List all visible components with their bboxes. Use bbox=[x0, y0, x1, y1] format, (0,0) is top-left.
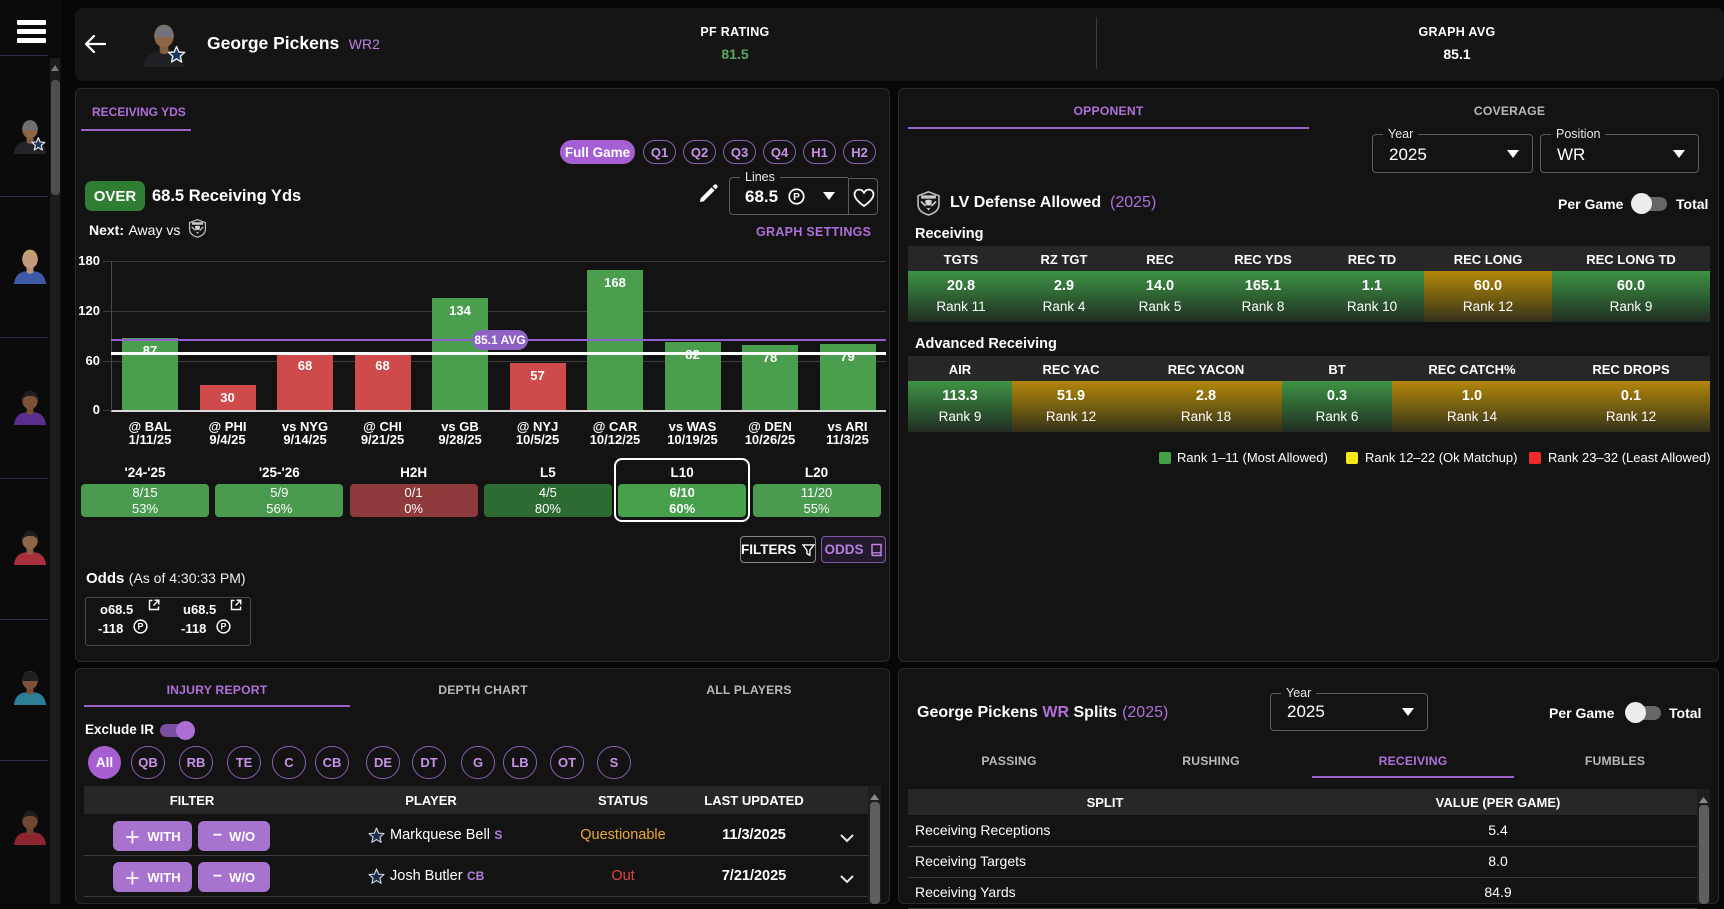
svg-text:P: P bbox=[138, 622, 144, 632]
svg-text:P: P bbox=[793, 192, 800, 203]
svg-text:P: P bbox=[221, 622, 227, 632]
